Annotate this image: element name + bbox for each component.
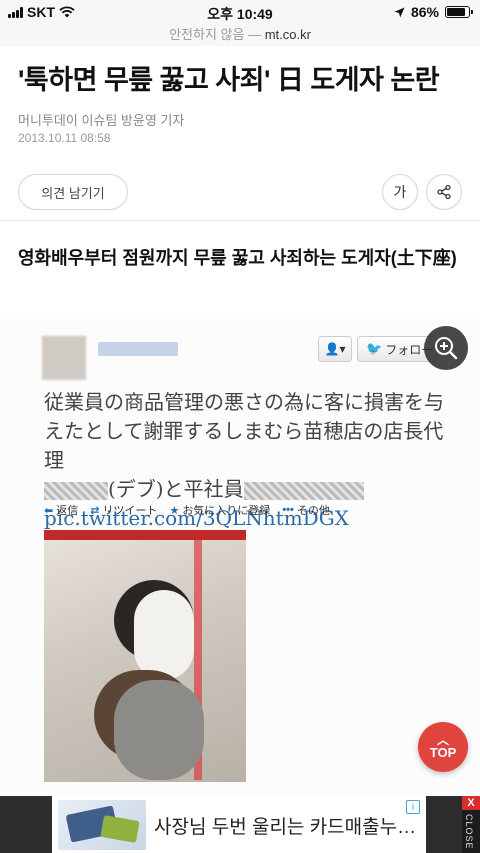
tweet-actions: ⬅ 返信 ⇄ リツイート ★ お気に入りに登録 ••• その他: [44, 502, 330, 518]
tweet-action: ★ お気に入りに登録: [169, 502, 270, 518]
share-button[interactable]: [426, 174, 462, 210]
battery-percent: 86%: [410, 4, 439, 20]
author-name: 이슈팀 방윤영 기자: [81, 113, 185, 128]
ad-close-button[interactable]: X CLOSE: [462, 796, 480, 853]
tweet-username-blurred: [98, 342, 178, 356]
scroll-top-button[interactable]: ︿ TOP: [418, 722, 468, 772]
byline: 머니투데이 이슈팀 방윤영 기자: [18, 110, 184, 129]
ad-info-icon[interactable]: i: [406, 800, 420, 814]
battery-fill: [447, 8, 466, 16]
tweet-line-2: えたとして謝罪するしまむら苗穂店の店長代理: [44, 419, 444, 472]
article-date: 2013.10.11 08:58: [18, 131, 111, 145]
ad-image: [58, 800, 146, 850]
zoom-in-icon: [435, 337, 458, 360]
blurred-name: [243, 481, 364, 500]
tweet-action-label: 返信: [56, 505, 79, 517]
reply-icon: ⬅: [44, 504, 54, 517]
chevron-up-icon: ︿: [436, 732, 449, 747]
tweet-action: ⇄ リツイート: [90, 502, 157, 518]
tweet-avatar: [42, 336, 86, 380]
status-right: 86%: [394, 4, 473, 20]
more-icon: •••: [282, 504, 294, 516]
ad-banner[interactable]: 사장님 두번 울리는 카드매출누… i: [0, 796, 480, 853]
user-icon: 👤▾: [324, 342, 346, 356]
address-bar[interactable]: 안전하지 않음 — mt.co.kr: [0, 24, 480, 46]
ad-close-label: CLOSE: [464, 814, 474, 850]
tweet-line-3-text: (デブ)と平社員: [108, 477, 244, 501]
location-arrow-icon: [394, 7, 405, 17]
tweet-action: ⬅ 返信: [44, 502, 78, 518]
close-icon: X: [462, 796, 480, 810]
header-divider: [0, 220, 480, 221]
article-subheadline: 영화배우부터 점원까지 무릎 꿇고 사죄하는 도게자(土下座): [18, 248, 457, 268]
user-menu-button: 👤▾: [318, 336, 352, 362]
security-warning: 안전하지 않음: [169, 27, 245, 42]
tweet-action: ••• その他: [282, 502, 330, 518]
tweet-action-label: お気に入りに登録: [182, 505, 271, 517]
retweet-icon: ⇄: [90, 504, 100, 517]
tweet-action-label: リツイート: [102, 505, 158, 517]
article-image[interactable]: 👤▾ 🐦 フォロー 従業員の商品管理の悪さの為に客に損害を与 えたとして謝罪する…: [0, 314, 480, 796]
tweet-photo: [44, 530, 246, 782]
star-icon: ★: [169, 504, 180, 517]
url-separator: —: [248, 27, 262, 42]
ad-text: 사장님 두번 울리는 카드매출누…: [154, 817, 417, 838]
font-size-button[interactable]: 가: [382, 174, 418, 210]
battery-icon: [445, 6, 473, 18]
url-domain: mt.co.kr: [264, 27, 311, 42]
blurred-name: [44, 481, 108, 500]
tweet-line-1: 従業員の商品管理の悪さの為に客に損害を与: [44, 390, 444, 414]
article-headline: '툭하면 무릎 꿇고 사죄' 日 도게자 논란: [18, 65, 440, 95]
publisher-name: 머니투데이: [18, 113, 78, 128]
top-label: TOP: [429, 744, 457, 760]
tweet-line-3: (デブ)と平社員: [44, 475, 444, 504]
ad-content[interactable]: 사장님 두번 울리는 카드매출누… i: [52, 796, 426, 853]
leave-comment-button[interactable]: 의견 남기기: [18, 174, 128, 210]
twitter-bird-icon: 🐦: [366, 341, 383, 356]
zoom-button[interactable]: [424, 326, 468, 370]
tweet-action-label: その他: [296, 505, 330, 517]
status-bar: SKT 오후 10:49 86%: [0, 0, 480, 24]
share-icon: [437, 184, 451, 200]
